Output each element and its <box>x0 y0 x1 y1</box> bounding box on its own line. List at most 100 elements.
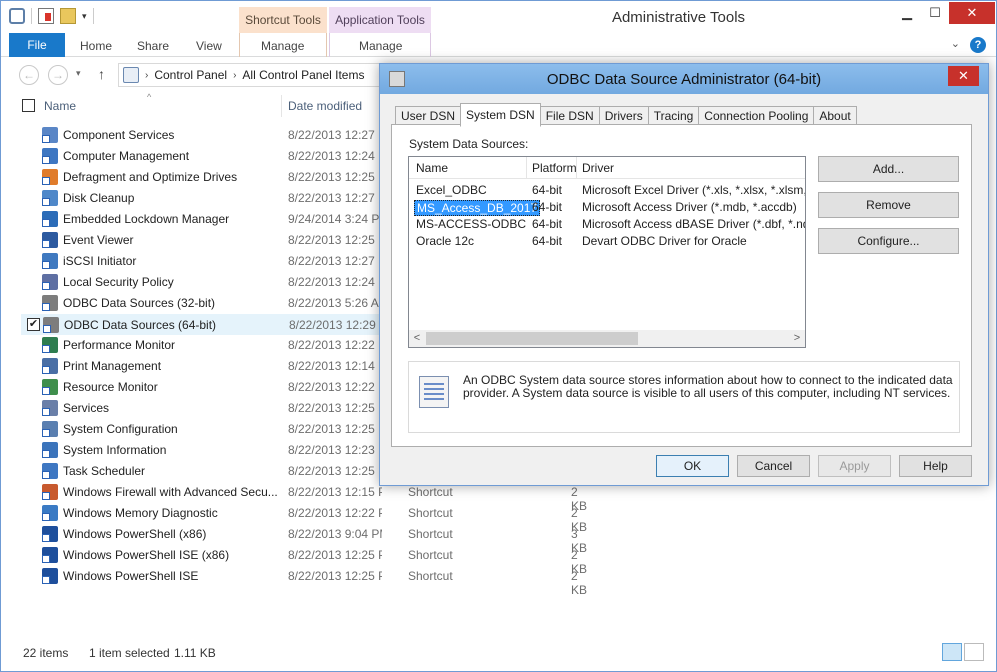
tab-share[interactable]: Share <box>137 33 169 57</box>
file-name: Performance Monitor <box>63 338 176 352</box>
tab-home[interactable]: Home <box>80 33 112 57</box>
configure-button[interactable]: Configure... <box>818 228 959 254</box>
dsn-driver: Microsoft Access Driver (*.mdb, *.accdb) <box>582 200 797 214</box>
file-type: Shortcut <box>408 569 453 583</box>
data-source-row[interactable]: MS-ACCESS-ODBC 64-bit Microsoft Access dBA… <box>409 216 805 233</box>
column-platform-header[interactable]: Platform <box>532 161 577 175</box>
dsn-name: MS_Access_DB_2017 <box>414 200 541 216</box>
large-icons-view-icon[interactable] <box>964 643 984 661</box>
file-row[interactable]: Computer Management 8/22/2013 12:24 PM <box>21 146 382 167</box>
tab-view[interactable]: View <box>196 33 222 57</box>
expand-ribbon-icon[interactable]: ⌄ <box>951 37 960 53</box>
computer-management-icon <box>42 148 58 164</box>
file-date: 8/22/2013 12:25 PM <box>288 548 382 562</box>
file-row[interactable]: iSCSI Initiator 8/22/2013 12:27 PM <box>21 251 382 272</box>
tab-system-dsn[interactable]: System DSN <box>460 103 541 127</box>
item-count: 22 items <box>23 646 69 660</box>
info-text: An ODBC System data source stores inform… <box>463 373 953 400</box>
data-source-row[interactable]: MS_Access_DB_2017 64-bit Microsoft Access … <box>409 199 805 216</box>
file-row[interactable]: Local Security Policy 8/22/2013 12:24 PM <box>21 272 382 293</box>
back-button[interactable]: ← <box>19 65 39 85</box>
defragment-icon <box>42 169 58 185</box>
file-name: Windows PowerShell ISE <box>63 569 199 583</box>
tab-file[interactable]: File <box>9 33 65 57</box>
file-date: 8/22/2013 12:25 PM <box>288 422 382 436</box>
tab-connection-pooling[interactable]: Connection Pooling <box>698 106 815 126</box>
file-row[interactable]: ODBC Data Sources (32-bit) 8/22/2013 5:26… <box>21 293 382 314</box>
file-row[interactable]: Event Viewer 8/22/2013 12:25 PM <box>21 230 382 251</box>
file-row[interactable]: Performance Monitor 8/22/2013 12:22 PM <box>21 335 382 356</box>
data-source-row[interactable]: Oracle 12c 64-bit Devart ODBC Driver for O… <box>409 233 805 250</box>
tab-tracing[interactable]: Tracing <box>647 106 700 126</box>
scrollbar-thumb[interactable] <box>426 332 638 345</box>
up-button[interactable]: ↑ <box>98 66 105 82</box>
file-row[interactable]: Windows PowerShell ISE 8/22/2013 12:25 PM… <box>21 566 587 597</box>
address-bar[interactable]: › Control Panel › All Control Panel Item… <box>118 63 388 87</box>
iscsi-icon <box>42 253 58 269</box>
file-row[interactable]: Windows PowerShell (x86) 8/22/2013 9:04 P… <box>21 524 587 555</box>
file-row[interactable]: Print Management 8/22/2013 12:14 PM <box>21 356 382 377</box>
dsn-name: Oracle 12c <box>416 234 475 248</box>
help-button[interactable]: Help <box>899 455 972 477</box>
help-icon[interactable]: ? <box>970 37 986 53</box>
horizontal-scrollbar[interactable]: < > <box>409 330 805 347</box>
tab-about[interactable]: About <box>813 106 857 126</box>
file-name: Windows PowerShell ISE (x86) <box>63 548 230 562</box>
dsn-platform: 64-bit <box>532 200 563 214</box>
system-dsn-panel: System Data Sources: Name Platform Drive… <box>391 124 972 447</box>
file-type: Shortcut <box>408 485 453 499</box>
system-information-icon <box>42 442 58 458</box>
data-sources-list[interactable]: Name Platform Driver Excel_ODBC 64-bit Mic… <box>408 156 806 348</box>
details-view-icon[interactable] <box>942 643 962 661</box>
file-row[interactable]: Windows Firewall with Advanced Secu... 8/… <box>21 482 587 513</box>
recent-locations-icon[interactable]: ▾ <box>76 68 81 79</box>
scroll-right-icon[interactable]: > <box>789 331 805 346</box>
sort-ascending-icon: ^ <box>147 92 152 102</box>
tab-manage-application[interactable]: Manage <box>359 33 402 57</box>
file-row[interactable]: ✔ ODBC Data Sources (64-bit) 8/22/2013 12:… <box>21 314 383 335</box>
file-row[interactable]: Task Scheduler 8/22/2013 12:25 PM <box>21 461 382 482</box>
file-name: ODBC Data Sources (64-bit) <box>64 318 217 332</box>
column-driver-header[interactable]: Driver <box>582 161 614 175</box>
select-all-checkbox[interactable] <box>22 99 35 112</box>
file-row[interactable]: System Information 8/22/2013 12:23 PM <box>21 440 382 461</box>
scroll-left-icon[interactable]: < <box>409 331 425 346</box>
column-name[interactable]: Name <box>44 99 76 113</box>
file-date: 8/22/2013 12:24 PM <box>288 275 382 289</box>
file-row[interactable]: System Configuration 8/22/2013 12:25 PM <box>21 419 382 440</box>
file-row[interactable]: Windows PowerShell ISE (x86) 8/22/2013 12… <box>21 545 587 576</box>
dialog-close-button[interactable]: ✕ <box>948 66 979 86</box>
remove-button[interactable]: Remove <box>818 192 959 218</box>
file-row[interactable]: Services 8/22/2013 12:25 PM <box>21 398 382 419</box>
tab-drivers[interactable]: Drivers <box>598 106 649 126</box>
file-row[interactable]: Component Services 8/22/2013 12:27 PM <box>21 125 382 146</box>
maximize-button[interactable]: ☐ <box>921 2 949 24</box>
add-button[interactable]: Add... <box>818 156 959 182</box>
column-date-modified[interactable]: Date modified <box>288 99 362 113</box>
tab-manage-shortcut[interactable]: Manage <box>261 33 304 57</box>
forward-button[interactable]: → <box>48 65 68 85</box>
tab-user-dsn[interactable]: User DSN <box>395 106 462 126</box>
file-name: Print Management <box>63 359 162 373</box>
breadcrumb-all-items[interactable]: All Control Panel Items <box>242 68 364 82</box>
tab-file-dsn[interactable]: File DSN <box>539 106 600 126</box>
ok-button[interactable]: OK <box>656 455 729 477</box>
column-name-header[interactable]: Name <box>416 161 448 175</box>
component-services-icon <box>42 127 58 143</box>
file-row[interactable]: Disk Cleanup 8/22/2013 12:27 PM <box>21 188 382 209</box>
dsn-driver: Microsoft Access dBASE Driver (*.dbf, *.… <box>582 217 805 231</box>
file-row[interactable]: Defragment and Optimize Drives 8/22/2013 … <box>21 167 382 188</box>
data-source-row[interactable]: Excel_ODBC 64-bit Microsoft Excel Driver (… <box>409 182 805 199</box>
file-name: Event Viewer <box>63 233 134 247</box>
cancel-button[interactable]: Cancel <box>737 455 810 477</box>
file-row[interactable]: Windows Memory Diagnostic 8/22/2013 12:22… <box>21 503 587 534</box>
file-row[interactable]: Embedded Lockdown Manager 9/24/2014 3:24 … <box>21 209 382 230</box>
apply-button[interactable]: Apply <box>818 455 891 477</box>
close-button[interactable]: ✕ <box>949 2 995 24</box>
file-row[interactable]: Resource Monitor 8/22/2013 12:22 PM <box>21 377 382 398</box>
minimize-button[interactable]: ▁ <box>893 2 921 24</box>
file-date: 8/22/2013 12:27 PM <box>288 128 382 142</box>
odbc-icon <box>42 295 58 311</box>
breadcrumb-control-panel[interactable]: Control Panel <box>154 68 227 82</box>
row-checkbox[interactable]: ✔ <box>27 318 40 331</box>
